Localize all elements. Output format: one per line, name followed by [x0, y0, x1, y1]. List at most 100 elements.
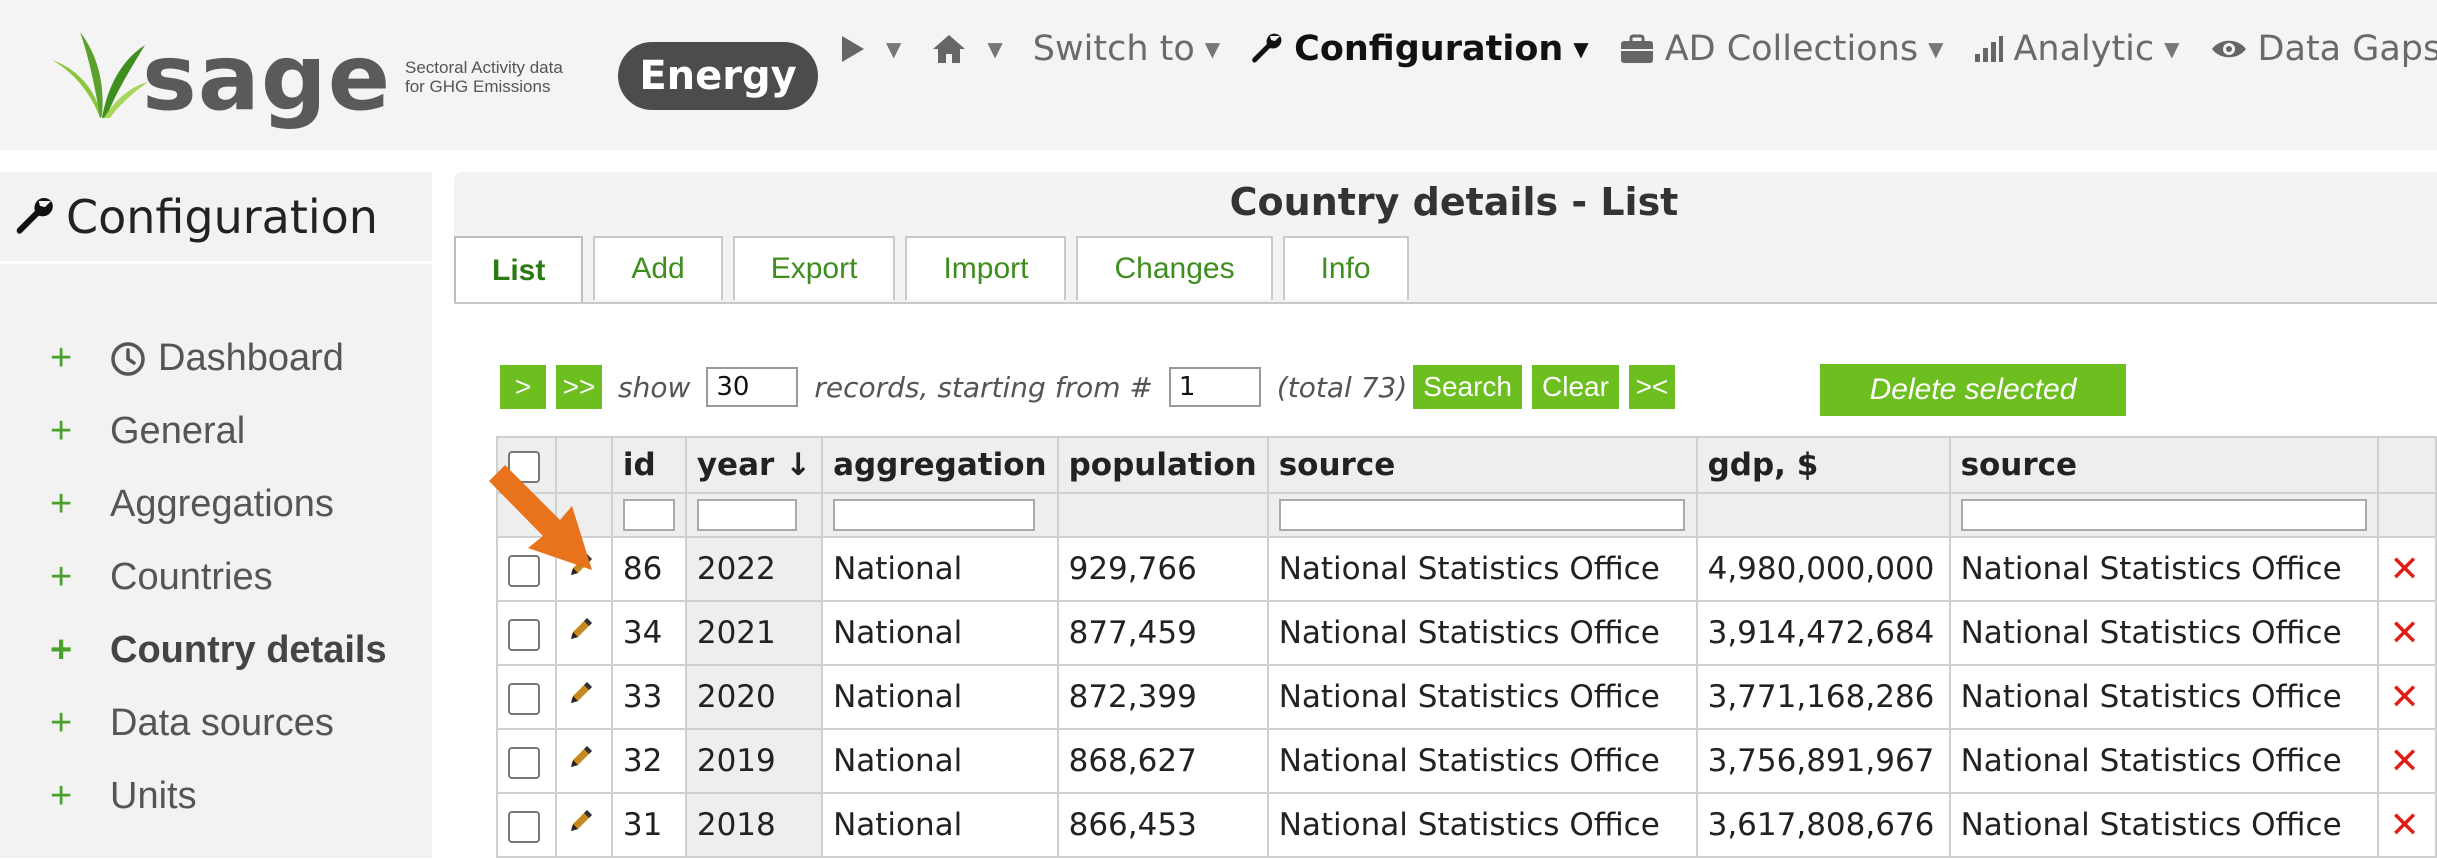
search-button[interactable]: Search — [1413, 365, 1522, 409]
filter-cell — [684, 492, 824, 538]
sidebar: Configuration + Dashboard + General + Ag… — [0, 172, 432, 858]
chevron-down-icon: ▼ — [1928, 37, 1944, 61]
chevron-down-icon: ▼ — [2164, 37, 2180, 61]
play-icon — [840, 34, 866, 64]
select-all-header[interactable] — [495, 436, 558, 494]
sidebar-item-label: Countries — [110, 556, 273, 598]
tab-export[interactable]: Export — [732, 236, 896, 300]
col-header-aggregation[interactable]: aggregation — [821, 436, 1059, 494]
delete-header — [2377, 436, 2437, 494]
delete-icon[interactable]: ✕ — [2389, 549, 2419, 590]
list-panel: > >> show 30 records, starting from # 1 … — [454, 302, 2437, 860]
collapse-button[interactable]: >< — [1628, 365, 1675, 409]
sidebar-item-units[interactable]: + Units — [0, 760, 432, 833]
show-label: show — [618, 370, 691, 404]
filter-row — [495, 492, 2437, 538]
tab-bar: List Add Export Import Changes Info — [454, 236, 1419, 304]
pencil-icon[interactable] — [567, 551, 595, 587]
delete-icon[interactable]: ✕ — [2389, 613, 2419, 654]
sidebar-item-general[interactable]: + General — [0, 395, 432, 468]
filter-year-input[interactable] — [696, 499, 797, 531]
sidebar-item-label: General — [110, 410, 246, 452]
filter-cell — [1948, 492, 2380, 538]
sector-badge[interactable]: Energy — [618, 42, 818, 110]
col-header-source[interactable]: source — [1266, 436, 1698, 494]
bar-chart-icon — [1973, 34, 2004, 64]
expand-icon: + — [50, 775, 73, 817]
col-header-id[interactable]: id — [610, 436, 687, 494]
row-select-cell — [495, 664, 558, 730]
next-page-button[interactable]: > — [500, 365, 546, 409]
page-title: Country details - List — [1229, 180, 1679, 224]
sidebar-item-countries[interactable]: + Countries — [0, 541, 432, 614]
chevron-down-icon: ▼ — [1573, 37, 1589, 61]
nav-configuration[interactable]: Configuration ▼ — [1250, 29, 1589, 69]
tab-list[interactable]: List — [454, 236, 584, 304]
sage-logo[interactable]: sage Sectoral Activity data for GHG Emis… — [50, 24, 570, 131]
sidebar-item-aggregations[interactable]: + Aggregations — [0, 468, 432, 541]
wrench-icon — [1250, 32, 1284, 66]
pencil-icon[interactable] — [567, 615, 595, 651]
tab-add[interactable]: Add — [593, 236, 723, 300]
row-checkbox[interactable] — [508, 618, 540, 651]
tab-import[interactable]: Import — [905, 236, 1067, 300]
filter-cell — [610, 492, 687, 538]
cell-gdp-source: National Statistics Office — [1948, 536, 2380, 602]
expand-icon: + — [50, 629, 73, 671]
sidebar-title: Configuration — [0, 172, 432, 264]
cell-aggregation: National — [821, 600, 1059, 666]
cell-population: 866,453 — [1056, 792, 1269, 858]
nav-analytic[interactable]: Analytic ▼ — [1973, 29, 2180, 69]
edit-header — [555, 436, 613, 494]
filter-cell — [1695, 492, 1951, 538]
row-checkbox[interactable] — [508, 810, 540, 843]
clear-button[interactable]: Clear — [1532, 365, 1619, 409]
filter-source-input[interactable] — [1278, 499, 1685, 531]
delete-icon[interactable]: ✕ — [2389, 677, 2419, 718]
pencil-icon[interactable] — [567, 679, 595, 715]
sidebar-item-data-sources[interactable]: + Data sources — [0, 687, 432, 760]
col-header-year[interactable]: year ↓ — [684, 436, 824, 494]
delete-selected-button[interactable]: Delete selected — [1820, 364, 2126, 416]
nav-home-menu[interactable]: ▼ — [931, 33, 1003, 65]
select-all-checkbox[interactable] — [508, 450, 540, 483]
nav-data-gaps[interactable]: Data Gaps — [2210, 29, 2437, 69]
last-page-button[interactable]: >> — [556, 365, 602, 409]
sidebar-item-country-details[interactable]: + Country details — [0, 614, 432, 687]
nav-ad-collections[interactable]: AD Collections ▼ — [1619, 29, 1944, 69]
records-per-page-input[interactable]: 30 — [706, 367, 799, 407]
pencil-icon[interactable] — [567, 807, 595, 843]
filter-aggregation-input[interactable] — [833, 499, 1036, 531]
cell-year: 2020 — [684, 664, 824, 730]
logo-tagline-line1: Sectoral Activity data — [405, 58, 563, 77]
row-delete-cell: ✕ — [2377, 728, 2437, 794]
nav-switch-to[interactable]: Switch to ▼ — [1033, 29, 1220, 69]
top-nav: ▼ ▼ Switch to ▼ Configuration ▼ AD Colle… — [840, 24, 2437, 74]
logo-tagline: Sectoral Activity data for GHG Emissions — [405, 58, 563, 96]
tab-changes[interactable]: Changes — [1076, 236, 1273, 300]
row-checkbox[interactable] — [508, 554, 540, 587]
top-header: sage Sectoral Activity data for GHG Emis… — [0, 0, 2437, 150]
row-checkbox[interactable] — [508, 682, 540, 715]
row-delete-cell: ✕ — [2377, 664, 2437, 730]
start-record-input[interactable]: 1 — [1168, 367, 1261, 407]
sidebar-item-label: Country details — [110, 629, 387, 671]
row-delete-cell: ✕ — [2377, 792, 2437, 858]
row-checkbox[interactable] — [508, 746, 540, 779]
tab-info[interactable]: Info — [1282, 236, 1409, 300]
filter-id-input[interactable] — [622, 499, 675, 531]
clock-icon — [110, 341, 146, 377]
nav-play-menu[interactable]: ▼ — [840, 34, 901, 64]
col-header-gdp[interactable]: gdp, $ — [1695, 436, 1951, 494]
sidebar-item-dashboard[interactable]: + Dashboard — [0, 322, 432, 395]
col-header-gdp-source[interactable]: source — [1948, 436, 2380, 494]
pencil-icon[interactable] — [567, 743, 595, 779]
row-edit-cell — [555, 600, 613, 666]
delete-icon[interactable]: ✕ — [2389, 741, 2419, 782]
delete-icon[interactable]: ✕ — [2389, 805, 2419, 846]
col-header-population[interactable]: population — [1056, 436, 1269, 494]
filter-gdp-source-input[interactable] — [1960, 499, 2367, 531]
cell-population: 868,627 — [1056, 728, 1269, 794]
cell-gdp: 3,756,891,967 — [1695, 728, 1951, 794]
table-row: 31 2018 National 866,453 National Statis… — [495, 792, 2437, 858]
